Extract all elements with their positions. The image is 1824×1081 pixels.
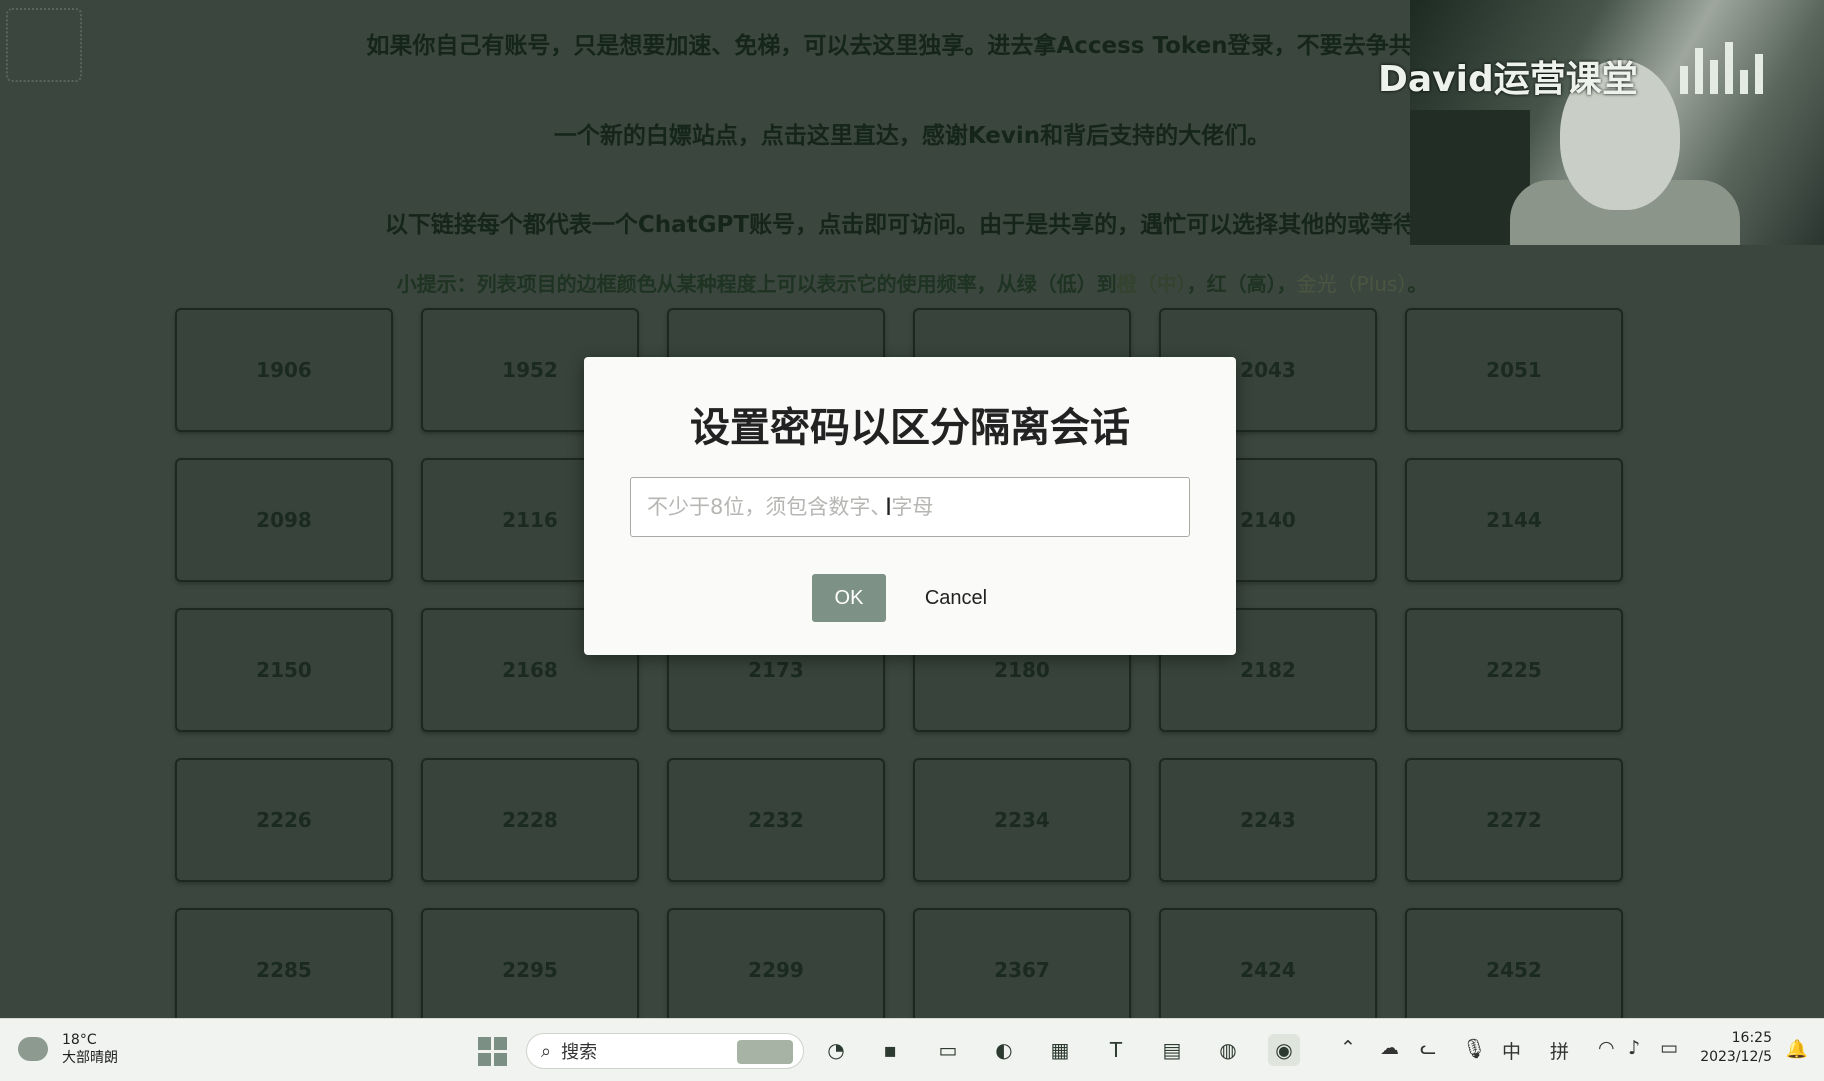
battery-icon[interactable]: ▭ [1660, 1037, 1678, 1059]
account-number: 2234 [994, 808, 1050, 832]
file-explorer-icon[interactable]: ▭ [932, 1034, 964, 1066]
edge-icon[interactable]: ◐ [988, 1034, 1020, 1066]
weather-widget[interactable]: 18°C 大部晴朗 [18, 1031, 118, 1067]
account-card[interactable]: 2243 [1159, 758, 1377, 882]
text-cursor-icon: I [885, 495, 892, 521]
account-card[interactable]: 2144 [1405, 458, 1623, 582]
account-card[interactable]: 2234 [913, 758, 1131, 882]
weather-temp: 18°C [62, 1032, 97, 1048]
clock-date: 2023/12/5 [1700, 1049, 1772, 1065]
pre-icon[interactable]: ◔ [820, 1034, 852, 1066]
account-card[interactable]: 2150 [175, 608, 393, 732]
account-number: 2168 [502, 658, 558, 682]
account-card[interactable]: 2452 [1405, 908, 1623, 1018]
notepad-icon[interactable]: ▤ [1156, 1034, 1188, 1066]
cat-icon[interactable]: ᓚ [1420, 1037, 1436, 1059]
account-number: 2225 [1486, 658, 1542, 682]
volume-icon[interactable]: ♪ [1628, 1037, 1640, 1059]
search-highlight-image [737, 1040, 793, 1064]
notification-bell-icon[interactable]: 🔔 [1786, 1039, 1808, 1060]
account-number: 2228 [502, 808, 558, 832]
terminal-icon[interactable]: ▪ [874, 1034, 906, 1066]
account-number: 2232 [748, 808, 804, 832]
ime-language[interactable]: 中 [1502, 1037, 1521, 1064]
account-card[interactable]: 2367 [913, 908, 1131, 1018]
ime-mode[interactable]: 拼 [1550, 1037, 1569, 1064]
app-icon[interactable]: ◍ [1212, 1034, 1244, 1066]
streamer-title: David运营课堂 [1378, 59, 1638, 100]
account-number: 2180 [994, 658, 1050, 682]
account-number: 2452 [1486, 958, 1542, 982]
account-number: 2098 [256, 508, 312, 532]
webcam-overlay [1410, 0, 1824, 245]
account-number: 1906 [256, 358, 312, 382]
microphone-icon[interactable]: 🎙 [1462, 1037, 1486, 1060]
clock-time: 16:25 [1731, 1030, 1772, 1046]
search-label: 搜索 [561, 1042, 598, 1063]
account-number: 2226 [256, 808, 312, 832]
cancel-button[interactable]: Cancel [906, 574, 1006, 622]
hint-prefix: 小提示：列表项目的边框颜色从某种程度上可以表示它的使用频率，从绿（低）到 [396, 272, 1117, 296]
account-card[interactable]: 2285 [175, 908, 393, 1018]
account-card[interactable]: 2424 [1159, 908, 1377, 1018]
account-number: 2051 [1486, 358, 1542, 382]
account-card[interactable]: 2051 [1405, 308, 1623, 432]
account-card[interactable]: 1906 [175, 308, 393, 432]
typora-icon[interactable]: T [1100, 1034, 1132, 1066]
account-number: 2182 [1240, 658, 1296, 682]
ulv-icon[interactable]: ◉ [1268, 1034, 1300, 1066]
account-number: 2144 [1486, 508, 1542, 532]
account-card[interactable]: 2232 [667, 758, 885, 882]
account-card[interactable]: 2226 [175, 758, 393, 882]
account-card[interactable]: 2228 [421, 758, 639, 882]
account-number: 2424 [1240, 958, 1296, 982]
wifi-icon[interactable]: ◠ [1598, 1037, 1615, 1059]
hint-orange: 橙（中） [1116, 272, 1187, 296]
account-number: 2295 [502, 958, 558, 982]
windows-start-icon[interactable] [478, 1037, 508, 1067]
account-number: 2285 [256, 958, 312, 982]
usage-hint: 小提示：列表项目的边框颜色从某种程度上可以表示它的使用频率，从绿（低）到橙（中）… [0, 268, 1824, 297]
onedrive-icon[interactable]: ☁ [1380, 1037, 1399, 1059]
account-number: 2140 [1240, 508, 1296, 532]
account-number: 1952 [502, 358, 558, 382]
password-dialog: 设置密码以区分隔离会话 I OK Cancel [584, 357, 1236, 655]
chevron-up-icon[interactable]: ⌃ [1340, 1037, 1356, 1059]
hint-mid: ，红（高）， [1186, 272, 1297, 296]
account-card[interactable]: 2299 [667, 908, 885, 1018]
password-input[interactable] [630, 477, 1190, 537]
account-number: 2150 [256, 658, 312, 682]
weather-icon [18, 1037, 48, 1061]
account-card[interactable]: 2225 [1405, 608, 1623, 732]
taskbar-search[interactable]: ⌕ 搜索 [526, 1033, 804, 1069]
clock[interactable]: 16:25 2023/12/5 [1700, 1029, 1772, 1067]
ok-button[interactable]: OK [812, 574, 886, 622]
account-number: 2173 [748, 658, 804, 682]
dialog-title: 设置密码以区分隔离会话 [690, 405, 1130, 451]
account-number: 2116 [502, 508, 558, 532]
weather-desc: 大部晴朗 [62, 1050, 118, 1066]
calculator-icon[interactable]: ▦ [1044, 1034, 1076, 1066]
account-number: 2367 [994, 958, 1050, 982]
account-card[interactable]: 2295 [421, 908, 639, 1018]
account-number: 2272 [1486, 808, 1542, 832]
hint-end: 。 [1407, 272, 1428, 296]
hint-gold: 金光（Plus） [1296, 272, 1408, 296]
account-number: 2243 [1240, 808, 1296, 832]
search-icon: ⌕ [541, 1040, 552, 1062]
account-card[interactable]: 2098 [175, 458, 393, 582]
bilibili-logo-icon [1680, 42, 1780, 102]
account-number: 2043 [1240, 358, 1296, 382]
account-number: 2299 [748, 958, 804, 982]
taskbar: 18°C 大部晴朗 ⌕ 搜索 ◔ ▪ ▭ ◐ ▦ T ▤ ◍ ◉ ⌃ ☁ ᓚ 🎙… [0, 1018, 1824, 1081]
account-card[interactable]: 2272 [1405, 758, 1623, 882]
